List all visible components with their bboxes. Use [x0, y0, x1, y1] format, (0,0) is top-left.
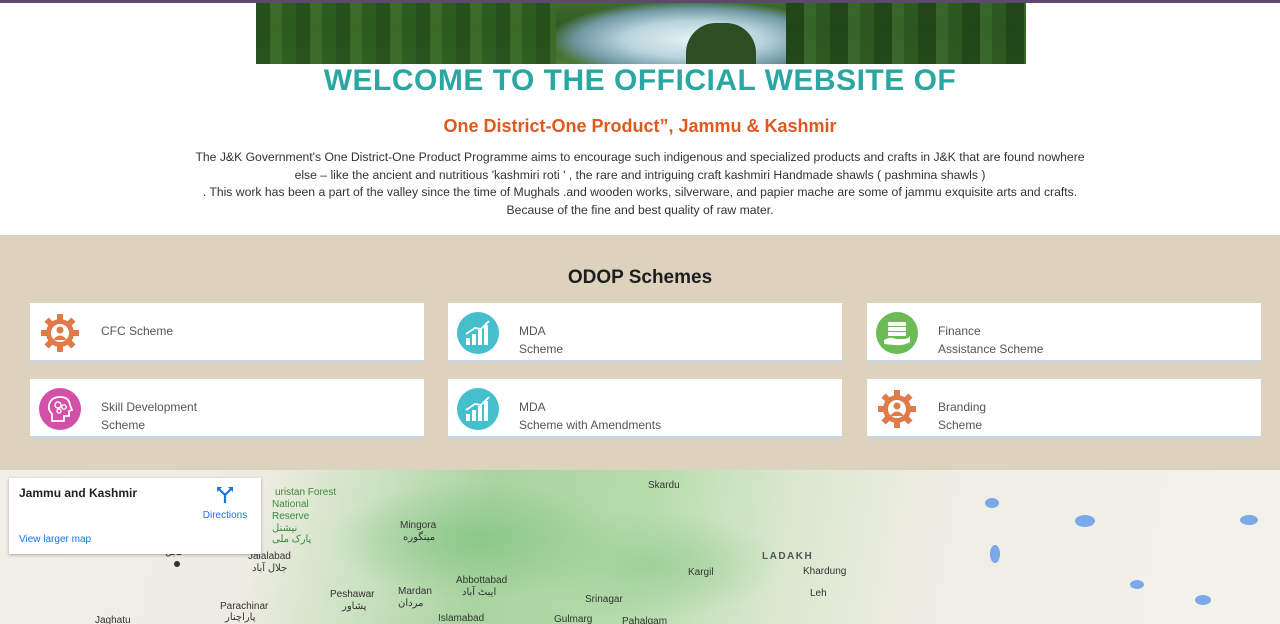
intro-line: Because of the fine and best quality of …: [506, 202, 774, 217]
map-label-reserve-ur2: پارک ملی: [272, 534, 312, 545]
map-label-national: National: [272, 499, 309, 510]
finance-assistance-card[interactable]: Finance Assistance Scheme: [867, 303, 1261, 363]
card-subtitle: Scheme: [938, 418, 983, 432]
map-label-skardu: Skardu: [648, 480, 680, 491]
money-hand-icon: [876, 312, 918, 354]
map-label-mingora: Mingora: [400, 520, 437, 531]
map-label-peshawar-ur: پشاور: [342, 601, 367, 612]
gear-person-icon: [39, 312, 81, 354]
card-title: CFC Scheme: [101, 324, 174, 338]
map-label-reserve: Reserve: [272, 511, 310, 522]
map-label-mingora-ur: مینگوره: [403, 532, 436, 543]
map-label-khardung: Khardung: [803, 566, 847, 577]
map-label-parachinar-ur: پاراچنار: [225, 612, 256, 623]
map-label-mardan-ur: مردان: [398, 598, 424, 609]
view-larger-map-link[interactable]: View larger map: [19, 534, 91, 545]
map-label-jalalabad-ur: جلال آباد: [252, 563, 288, 574]
welcome-heading: WELCOME TO THE OFFICIAL WEBSITE OF: [323, 64, 957, 97]
schemes-title: ODOP Schemes: [567, 267, 713, 288]
directions-link[interactable]: Directions: [199, 486, 251, 521]
skill-development-card[interactable]: Skill Development Scheme: [30, 379, 424, 439]
map-label-peshawar: Peshawar: [330, 589, 375, 600]
map-label-srinagar: Srinagar: [585, 594, 623, 605]
directions-icon: [199, 486, 251, 507]
card-subtitle: Scheme: [519, 342, 564, 356]
map-label-gulmarg: Gulmarg: [554, 614, 593, 624]
map-label-ladakh: LADAKH: [762, 551, 814, 562]
brain-head-icon: [39, 388, 81, 430]
card-subtitle: Scheme: [101, 418, 146, 432]
map-place-name: Jammu and Kashmir: [19, 486, 138, 500]
map-label-parachinar: Parachinar: [220, 601, 269, 612]
intro-line: else – like the ancient and nutritious '…: [294, 167, 986, 182]
bar-chart-icon: [457, 388, 499, 430]
map-label-kargil: Kargil: [688, 567, 714, 578]
card-subtitle: Assistance Scheme: [938, 342, 1044, 356]
branding-scheme-card[interactable]: Branding Scheme: [867, 379, 1261, 439]
mda-amendments-card[interactable]: MDA Scheme with Amendments: [448, 379, 842, 439]
card-subtitle: Scheme with Amendments: [519, 418, 662, 432]
map-label-forest: uristan Forest: [275, 487, 337, 498]
site-subtitle: One District-One Product”, Jammu & Kashm…: [443, 116, 837, 136]
card-title: Skill Development: [101, 400, 198, 414]
map-label-abbottabad-ur: ایبٹ آباد: [462, 587, 497, 598]
odop-schemes-section: ODOP Schemes CFC Scheme MDA Scheme Finan…: [0, 235, 1280, 470]
bar-chart-icon: [457, 312, 499, 354]
map-label-jaghatu: Jaghatu: [95, 615, 131, 624]
card-title: Finance: [938, 324, 981, 338]
map-pin-icon: [174, 561, 180, 567]
map-info-box: Jammu and Kashmir Directions View larger…: [9, 478, 261, 554]
intro-line: The J&K Government's One District-One Pr…: [195, 150, 1085, 164]
card-title: MDA: [519, 324, 546, 338]
gear-person-icon: [876, 388, 918, 430]
directions-label: Directions: [202, 510, 248, 521]
map-label-abbottabad: Abbottabad: [456, 575, 508, 586]
card-title: Branding: [938, 400, 987, 414]
card-title: MDA: [519, 400, 546, 414]
map-label-pahalgam: Pahalgam: [622, 616, 668, 624]
intro-line: . This work has been a part of the valle…: [202, 185, 1078, 199]
mda-scheme-card[interactable]: MDA Scheme: [448, 303, 842, 363]
map-label-reserve-ur: نیشنل: [272, 523, 298, 534]
cfc-scheme-card[interactable]: CFC Scheme: [30, 303, 424, 363]
map-label-leh: Leh: [810, 588, 827, 599]
map-label-mardan: Mardan: [398, 586, 432, 597]
map-label-islamabad: Islamabad: [438, 613, 485, 624]
intro-text: The J&K Government's One District-One Pr…: [180, 149, 1100, 219]
banner-image: [256, 3, 1026, 64]
